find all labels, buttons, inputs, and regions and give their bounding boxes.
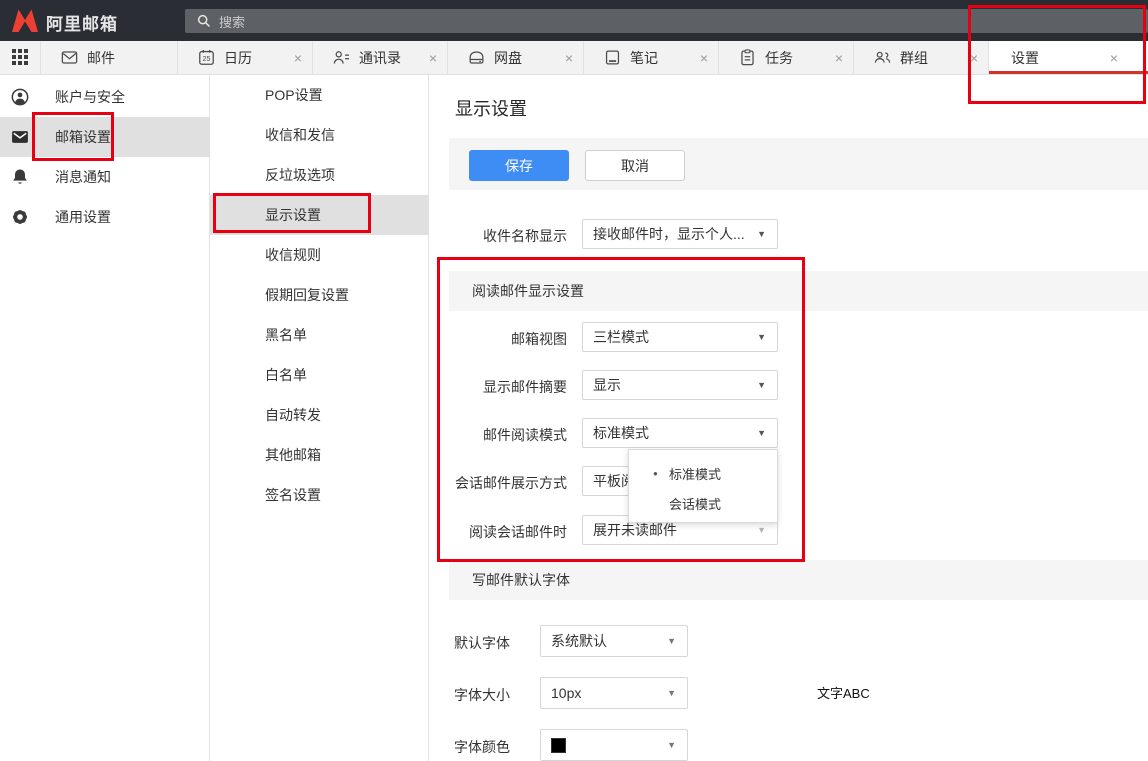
font-size-select[interactable]: 10px ▼ — [540, 677, 688, 709]
save-button[interactable]: 保存 — [469, 150, 569, 181]
menu-item-mail-rules[interactable]: 收信规则 — [210, 235, 429, 275]
close-icon[interactable]: × — [294, 51, 302, 65]
topbar: 阿里邮箱 搜索 — [0, 0, 1148, 41]
menu-item-signature[interactable]: 签名设置 — [210, 475, 429, 515]
conversation-display-label: 会话邮件展示方式 — [429, 473, 567, 493]
close-icon[interactable]: × — [1110, 51, 1118, 65]
chevron-down-icon: ▼ — [757, 525, 766, 535]
color-swatch — [551, 738, 566, 753]
envelope-icon — [60, 48, 79, 67]
brand-name: 阿里邮箱 — [46, 10, 118, 35]
tab-label: 网盘 — [494, 48, 522, 68]
notes-icon — [603, 48, 622, 67]
menu-item-pop[interactable]: POP设置 — [210, 75, 429, 115]
mailbox-view-label: 邮箱视图 — [429, 329, 567, 349]
mailbox-view-select[interactable]: 三栏模式 ▼ — [582, 322, 778, 352]
menu-item-display-settings[interactable]: 显示设置 — [210, 195, 429, 235]
bell-icon — [10, 167, 30, 187]
font-color-select[interactable]: ▼ — [540, 729, 688, 761]
reading-conversation-label: 阅读会话邮件时 — [429, 522, 567, 542]
tab-contacts[interactable]: 通讯录 × — [312, 41, 447, 74]
menu-item-other-mailbox[interactable]: 其他邮箱 — [210, 435, 429, 475]
font-size-label: 字体大小 — [429, 685, 510, 705]
sidebar-item-label: 账户与安全 — [55, 87, 125, 107]
font-color-label: 字体颜色 — [429, 737, 510, 757]
page-title: 显示设置 — [455, 95, 527, 121]
tab-mail[interactable]: 邮件 — [40, 41, 177, 74]
sidebar-item-account-security[interactable]: 账户与安全 — [0, 77, 210, 117]
menu-item-antispam[interactable]: 反垃圾选项 — [210, 155, 429, 195]
reading-mode-select[interactable]: 标准模式 ▼ — [582, 418, 778, 448]
close-icon[interactable]: × — [565, 51, 573, 65]
tab-notes[interactable]: 笔记 × — [583, 41, 718, 74]
tab-label: 笔记 — [630, 48, 658, 68]
chevron-down-icon: ▼ — [667, 688, 676, 698]
tab-drive[interactable]: 网盘 × — [447, 41, 583, 74]
close-icon[interactable]: × — [970, 51, 978, 65]
chevron-down-icon: ▼ — [667, 740, 676, 750]
reading-mode-label: 邮件阅读模式 — [429, 425, 567, 445]
tab-tasks[interactable]: 任务 × — [718, 41, 853, 74]
mail-summary-label: 显示邮件摘要 — [429, 377, 567, 397]
svg-text:25: 25 — [203, 55, 211, 63]
sidebar-item-notifications[interactable]: 消息通知 — [0, 157, 210, 197]
search-input[interactable]: 搜索 — [185, 9, 1148, 33]
default-font-label: 默认字体 — [429, 633, 510, 653]
radio-selected-icon: ● — [653, 469, 669, 478]
tab-label: 通讯录 — [359, 48, 401, 68]
account-icon — [10, 87, 30, 107]
tasks-icon — [738, 48, 757, 67]
tab-calendar[interactable]: 25 日历 × — [177, 41, 312, 74]
menu-item-vacation-reply[interactable]: 假期回复设置 — [210, 275, 429, 315]
tab-label: 群组 — [900, 48, 928, 68]
search-icon — [197, 14, 211, 28]
tab-label: 任务 — [765, 48, 793, 68]
chevron-down-icon: ▼ — [757, 428, 766, 438]
reading-mode-dropdown-menu: ● 标准模式 会话模式 — [628, 449, 778, 523]
groups-icon — [873, 48, 892, 67]
calendar-icon: 25 — [197, 48, 216, 67]
close-icon[interactable]: × — [835, 51, 843, 65]
cancel-button[interactable]: 取消 — [585, 150, 685, 181]
chevron-down-icon: ▼ — [757, 332, 766, 342]
chevron-down-icon: ▼ — [757, 380, 766, 390]
mail-summary-select[interactable]: 显示 ▼ — [582, 370, 778, 400]
tab-settings[interactable]: 设置 × — [988, 41, 1148, 74]
compose-section-header: 写邮件默认字体 — [449, 560, 1148, 600]
menu-item-send-receive[interactable]: 收信和发信 — [210, 115, 429, 155]
tab-label: 日历 — [224, 48, 252, 68]
close-icon[interactable]: × — [700, 51, 708, 65]
sidebar-item-general-settings[interactable]: 通用设置 — [0, 197, 210, 237]
sidebar-item-label: 邮箱设置 — [55, 127, 111, 147]
sidebar-item-label: 通用设置 — [55, 207, 111, 227]
apps-grid-icon[interactable] — [12, 49, 28, 65]
recipient-name-label: 收件名称显示 — [429, 226, 567, 246]
sidebar-item-label: 消息通知 — [55, 167, 111, 187]
close-icon[interactable]: × — [429, 51, 437, 65]
alimail-logo-icon — [12, 8, 38, 33]
drive-icon — [467, 48, 486, 67]
search-placeholder: 搜索 — [219, 12, 245, 31]
dropdown-option-conversation[interactable]: 会话模式 — [629, 488, 777, 518]
tab-groups[interactable]: 群组 × — [853, 41, 988, 74]
chevron-down-icon: ▼ — [667, 636, 676, 646]
sidebar-item-mail-settings[interactable]: 邮箱设置 — [0, 117, 210, 157]
mail-icon — [10, 127, 30, 147]
dropdown-option-standard[interactable]: ● 标准模式 — [629, 458, 777, 488]
font-preview-text: 文字ABC — [817, 683, 870, 702]
menu-item-auto-forward[interactable]: 自动转发 — [210, 395, 429, 435]
menu-item-blacklist[interactable]: 黑名单 — [210, 315, 429, 355]
tab-label: 设置 — [1011, 48, 1039, 68]
default-font-select[interactable]: 系统默认 ▼ — [540, 625, 688, 657]
chevron-down-icon: ▼ — [757, 229, 766, 239]
menu-item-whitelist[interactable]: 白名单 — [210, 355, 429, 395]
contacts-icon — [332, 48, 351, 67]
tab-label: 邮件 — [87, 48, 115, 68]
gear-icon — [10, 207, 30, 227]
recipient-name-select[interactable]: 接收邮件时，显示个人... ▼ — [582, 219, 778, 249]
reading-section-header: 阅读邮件显示设置 — [449, 271, 1148, 311]
